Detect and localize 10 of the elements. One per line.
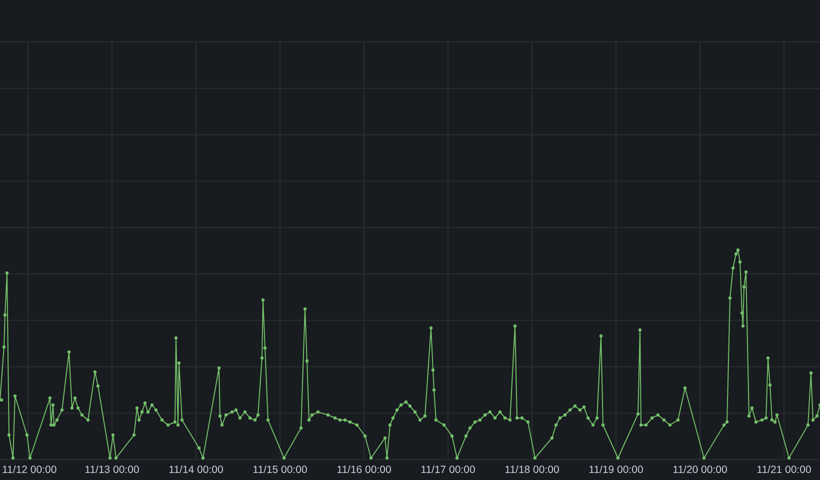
axis-label: 11/15 00:00 [252, 464, 308, 476]
axis-label: 11/21 00:00 [756, 464, 812, 476]
axis-label: 11/13 00:00 [84, 464, 140, 476]
axis-label: 11/14 00:00 [168, 464, 224, 476]
axis-label: 11/18 00:00 [504, 464, 560, 476]
axis-label: 11/19 00:00 [588, 464, 644, 476]
axis-label: 11/16 00:00 [336, 464, 392, 476]
axis-label: 11/17 00:00 [420, 464, 476, 476]
axis-label: 11/20 00:00 [672, 464, 728, 476]
axis-label: 11/12 00:00 [2, 464, 57, 476]
